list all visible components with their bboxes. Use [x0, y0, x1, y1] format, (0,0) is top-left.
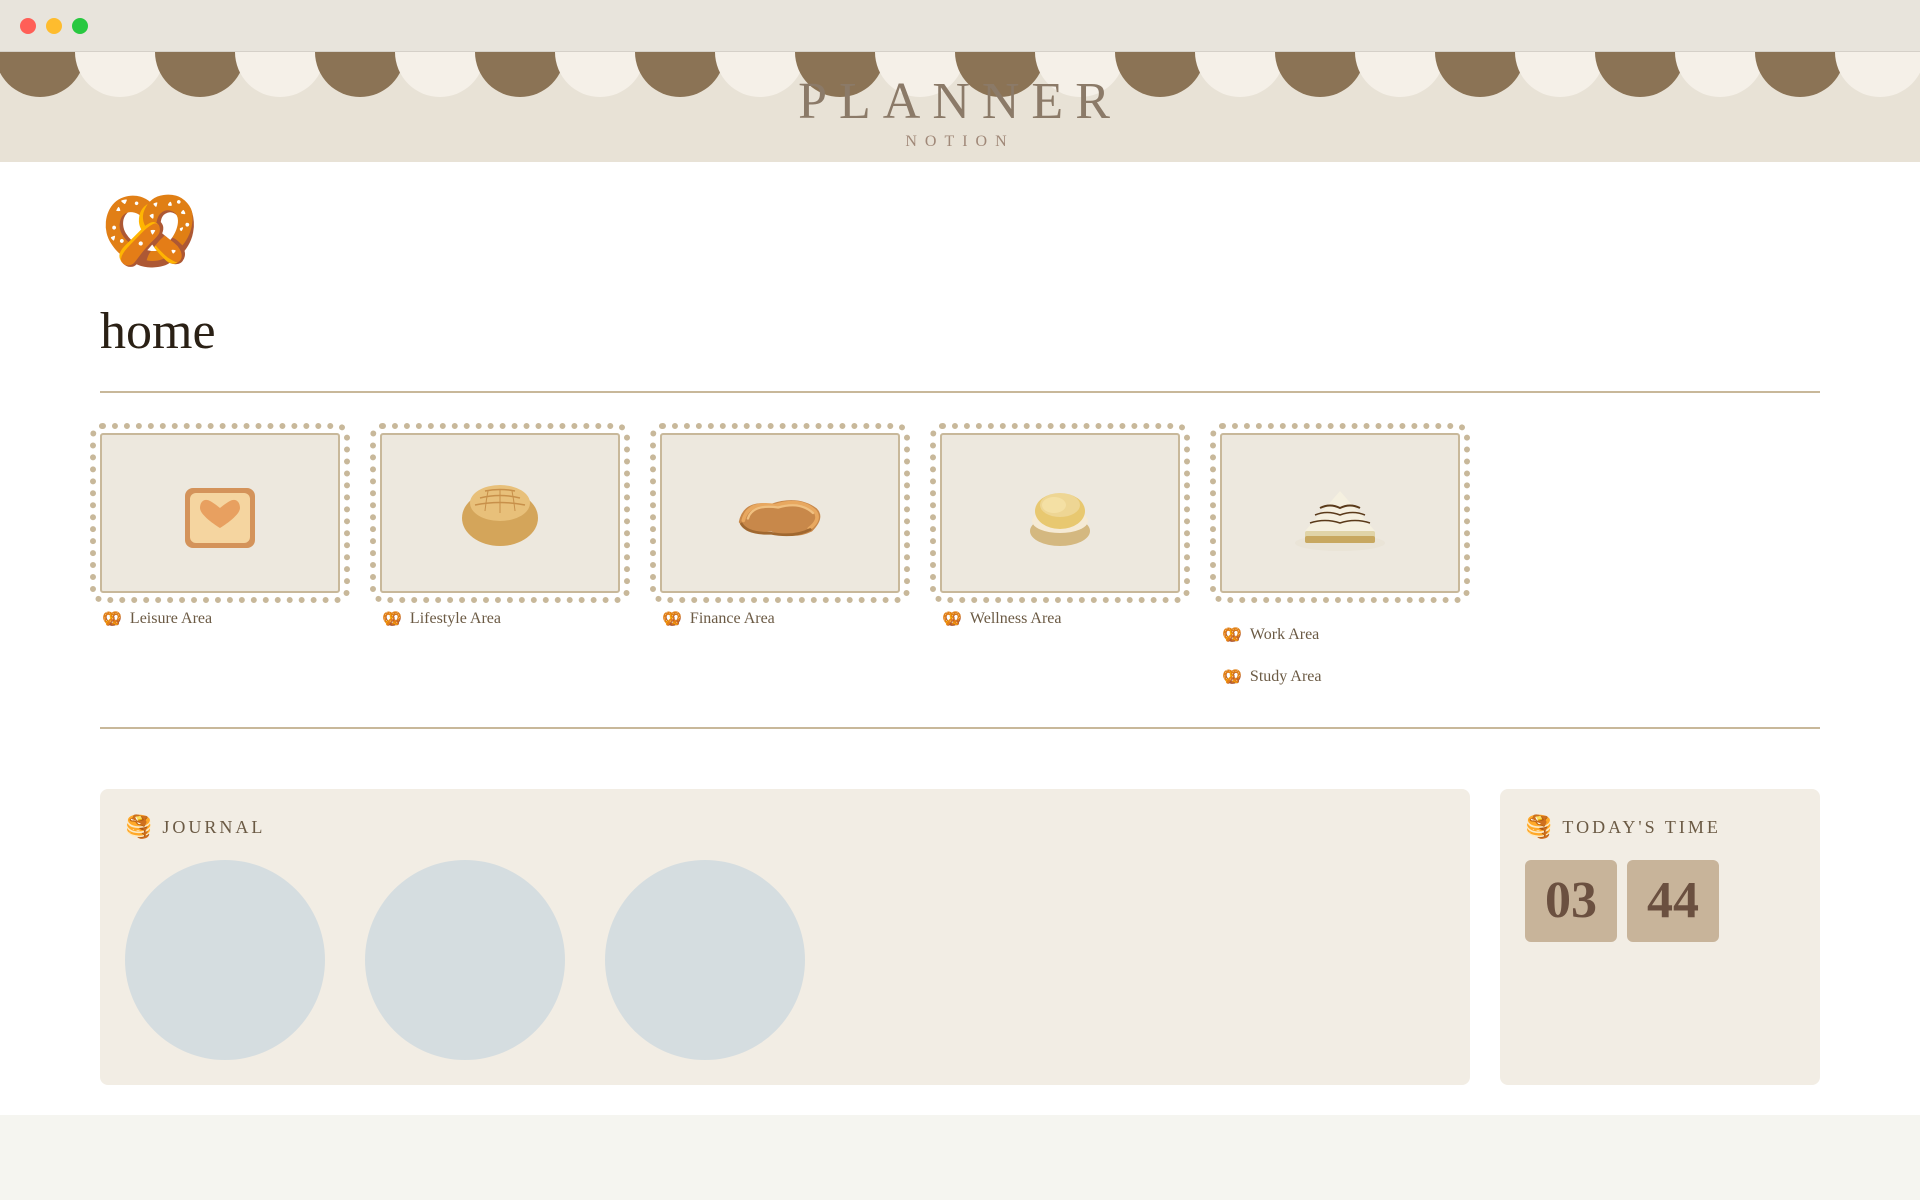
- bottom-sections: 🥞 JOURNAL 🥞 TODAY'S TIME 03 44: [100, 759, 1820, 1115]
- maximize-button[interactable]: [72, 18, 88, 34]
- journal-circle-3: [605, 860, 805, 1060]
- minimize-button[interactable]: [46, 18, 62, 34]
- time-minute-box: 44: [1627, 860, 1719, 942]
- window-chrome: [0, 0, 1920, 52]
- wellness-card[interactable]: [940, 433, 1180, 593]
- pretzel-icon: 🥨: [100, 188, 200, 276]
- work-icon: 🥨: [1222, 625, 1242, 645]
- time-hour-box: 03: [1525, 860, 1617, 942]
- awning-header: PLANNER NOTION: [0, 52, 1920, 162]
- journal-icon: 🥞: [125, 814, 152, 840]
- lifestyle-icon: 🥨: [382, 609, 402, 629]
- time-hour: 03: [1545, 875, 1597, 927]
- work-card[interactable]: [1220, 433, 1460, 593]
- work-label: Work Area: [1250, 626, 1319, 644]
- lifestyle-card[interactable]: [380, 433, 620, 593]
- journal-header: 🥞 JOURNAL: [125, 814, 1445, 840]
- study-label: Study Area: [1250, 668, 1322, 686]
- wellness-label-row: 🥨 Wellness Area: [940, 609, 1062, 629]
- leisure-card-wrapper: 🥨 Leisure Area: [100, 433, 340, 687]
- app-subtitle: NOTION: [905, 133, 1014, 151]
- finance-card[interactable]: [660, 433, 900, 593]
- finance-food-image: [725, 471, 835, 556]
- journal-circle-2: [365, 860, 565, 1060]
- top-divider: [100, 391, 1820, 393]
- pretzel-icon-area: 🥨: [100, 162, 1820, 292]
- time-minute: 44: [1647, 875, 1699, 927]
- leisure-icon: 🥨: [102, 609, 122, 629]
- work-labels: 🥨 Work Area 🥨 Study Area: [1220, 609, 1321, 687]
- wellness-food-image: [1005, 471, 1115, 556]
- time-header: 🥞 TODAY'S TIME: [1525, 814, 1795, 840]
- time-section: 🥞 TODAY'S TIME 03 44: [1500, 789, 1820, 1085]
- wellness-icon: 🥨: [942, 609, 962, 629]
- study-icon: 🥨: [1222, 667, 1242, 687]
- time-icon: 🥞: [1525, 814, 1552, 840]
- work-food-image: [1285, 471, 1395, 556]
- leisure-label-row: 🥨 Leisure Area: [100, 609, 212, 629]
- leisure-card[interactable]: [100, 433, 340, 593]
- time-title: TODAY'S TIME: [1562, 817, 1720, 838]
- lifestyle-label-row: 🥨 Lifestyle Area: [380, 609, 501, 629]
- wellness-card-wrapper: 🥨 Wellness Area: [940, 433, 1180, 687]
- traffic-lights: [20, 18, 88, 34]
- lifestyle-food-image: [445, 471, 555, 556]
- bottom-divider: [100, 727, 1820, 729]
- page-title: home: [100, 292, 1820, 381]
- journal-section: 🥞 JOURNAL: [100, 789, 1470, 1085]
- journal-title: JOURNAL: [162, 817, 265, 838]
- study-label-row: 🥨 Study Area: [1220, 667, 1321, 687]
- cards-grid: 🥨 Leisure Area: [100, 433, 1820, 687]
- leisure-label: Leisure Area: [130, 610, 212, 628]
- finance-card-wrapper: 🥨 Finance Area: [660, 433, 900, 687]
- finance-label: Finance Area: [690, 610, 775, 628]
- lifestyle-label: Lifestyle Area: [410, 610, 501, 628]
- work-card-wrapper: 🥨 Work Area 🥨 Study Area: [1220, 433, 1460, 687]
- wellness-label: Wellness Area: [970, 610, 1062, 628]
- leisure-food-image: [165, 471, 275, 556]
- app-title: PLANNER: [798, 72, 1122, 131]
- main-content: 🥨 home 🥨 Leisure Area: [0, 162, 1920, 1115]
- time-numbers: 03 44: [1525, 860, 1795, 942]
- finance-label-row: 🥨 Finance Area: [660, 609, 775, 629]
- journal-circle-1: [125, 860, 325, 1060]
- lifestyle-card-wrapper: 🥨 Lifestyle Area: [380, 433, 620, 687]
- work-label-row: 🥨 Work Area: [1220, 625, 1321, 645]
- finance-icon: 🥨: [662, 609, 682, 629]
- header-content: PLANNER NOTION: [0, 52, 1920, 151]
- journal-circles: [125, 860, 1445, 1060]
- close-button[interactable]: [20, 18, 36, 34]
